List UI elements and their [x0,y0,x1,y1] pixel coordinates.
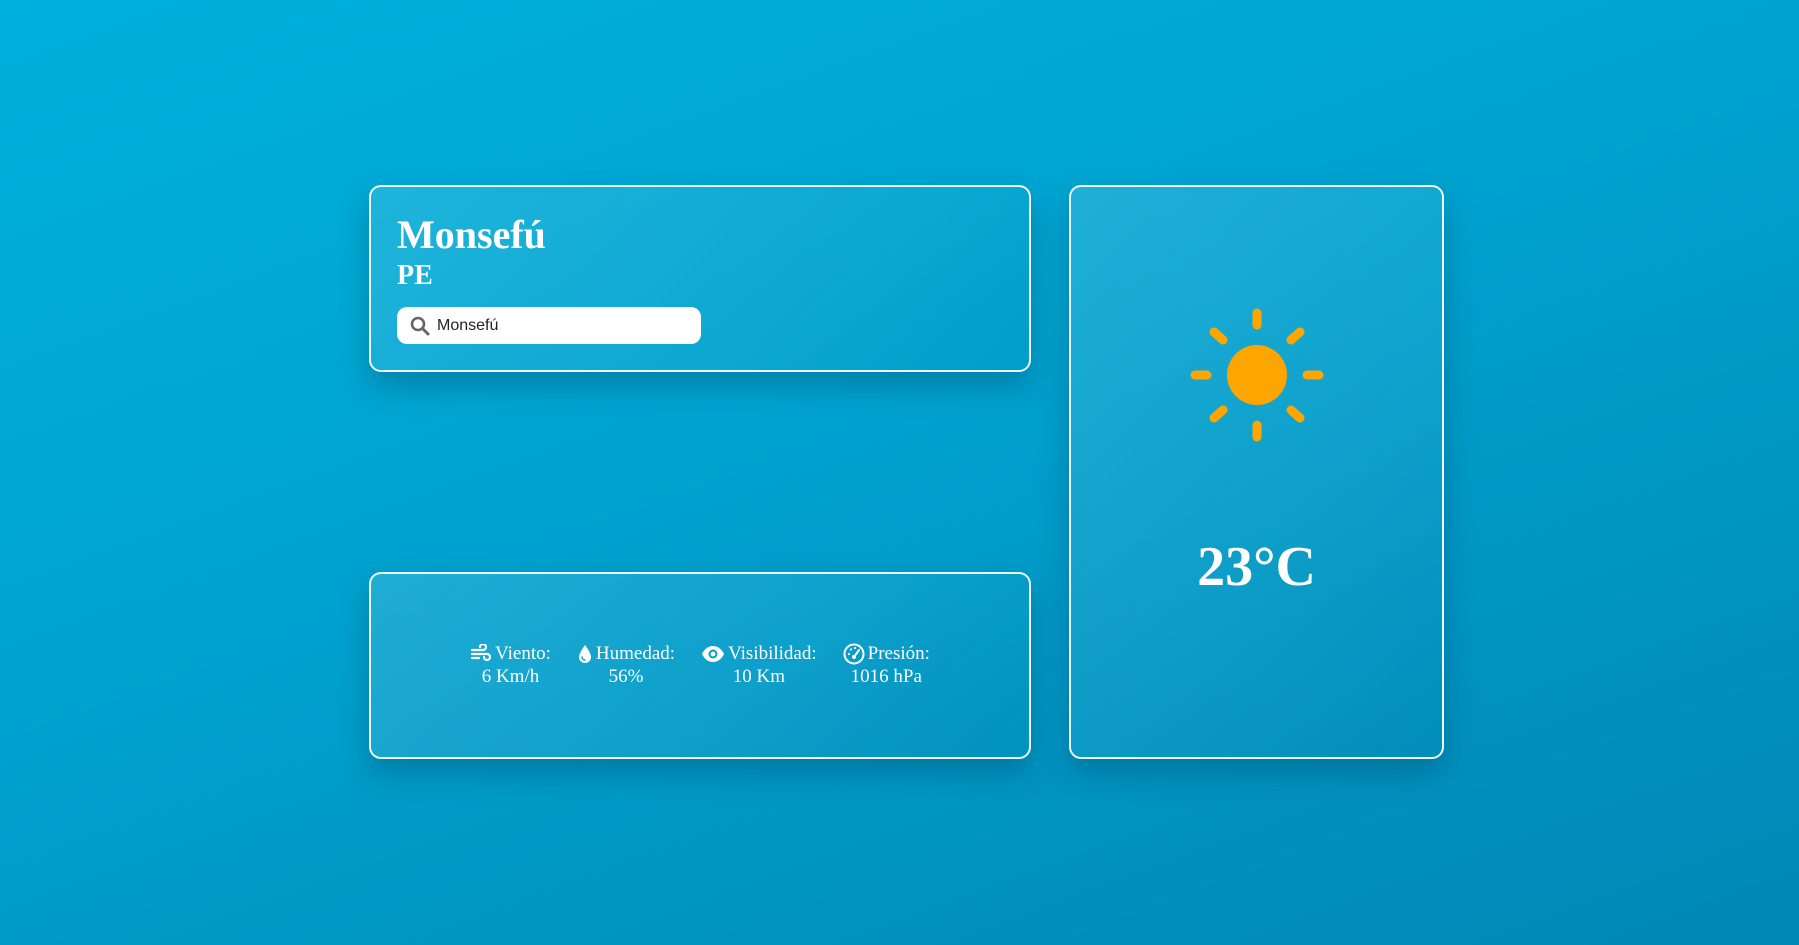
details-card: Viento: 6 Km/h Humedad: 56% Visibilidad:… [369,572,1031,759]
wind-detail: Viento: 6 Km/h [470,642,551,688]
search-icon[interactable] [409,315,431,337]
gauge-icon [843,643,865,665]
visibility-detail: Visibilidad: 10 Km [701,642,817,688]
details-row: Viento: 6 Km/h Humedad: 56% Visibilidad:… [371,642,1029,688]
location-card: Monsefú PE [369,185,1031,372]
visibility-label: Visibilidad: [728,643,817,664]
search-input[interactable] [437,316,687,335]
city-name: Monsefú [397,212,546,257]
humidity-label: Humedad: [595,643,676,664]
country-code: PE [397,260,433,291]
humidity-value: 56% [608,666,644,687]
current-weather-card: 23°C [1069,185,1444,759]
humidity-detail: Humedad: 56% [577,642,675,688]
search-box[interactable] [397,307,701,344]
temperature: 23°C [1197,536,1316,598]
eye-icon [701,645,725,663]
sun-icon [1189,307,1325,443]
droplet-icon [577,644,593,664]
wind-icon [470,643,492,664]
visibility-value: 10 Km [732,666,785,687]
pressure-detail: Presión: 1016 hPa [843,642,930,688]
pressure-label: Presión: [867,643,930,664]
wind-label: Viento: [495,643,551,664]
wind-value: 6 Km/h [481,666,540,687]
pressure-value: 1016 hPa [850,666,922,687]
